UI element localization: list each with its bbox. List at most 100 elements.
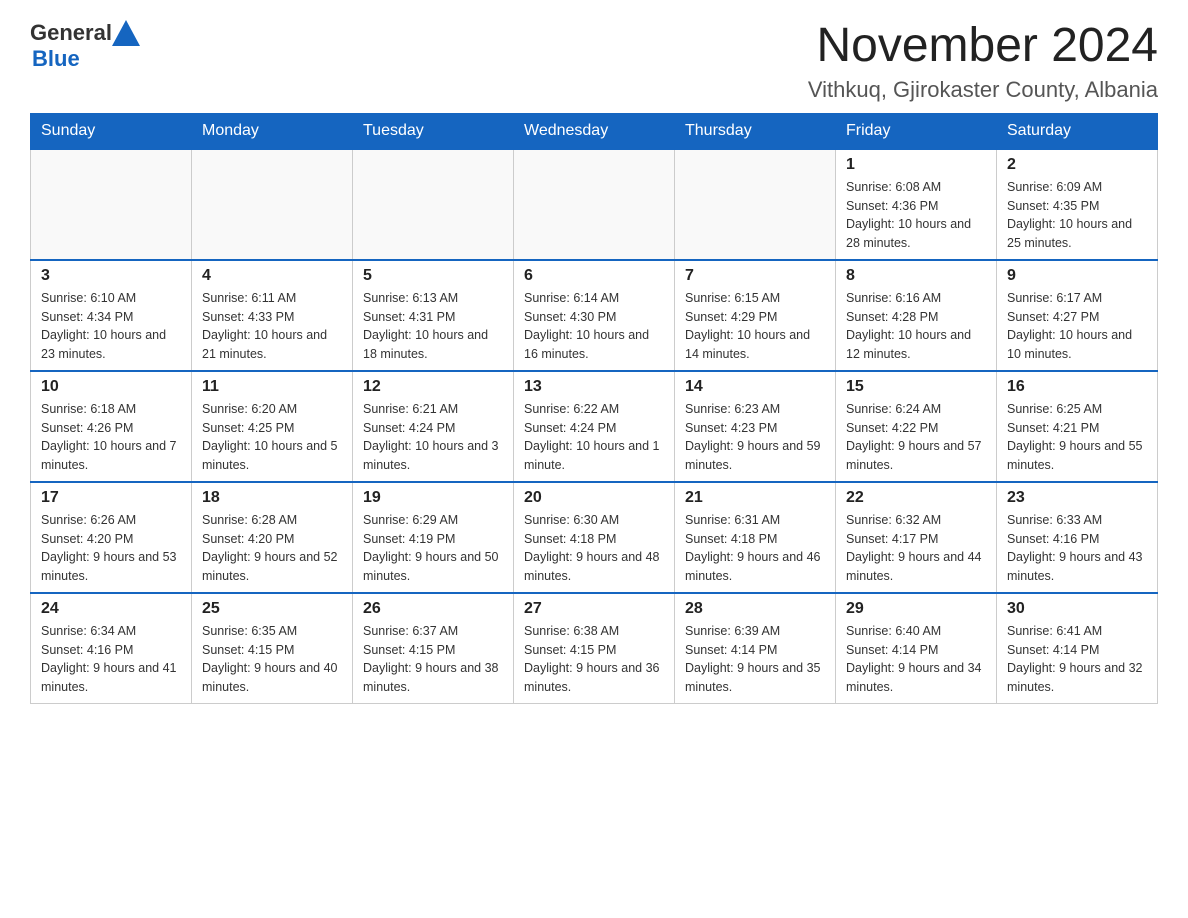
day-number: 29 [846, 600, 986, 618]
day-info: Sunrise: 6:10 AMSunset: 4:34 PMDaylight:… [41, 289, 181, 364]
title-area: November 2024 Vithkuq, Gjirokaster Count… [808, 20, 1158, 103]
day-info: Sunrise: 6:24 AMSunset: 4:22 PMDaylight:… [846, 400, 986, 475]
day-number: 16 [1007, 378, 1147, 396]
week-row-4: 17 Sunrise: 6:26 AMSunset: 4:20 PMDayligh… [31, 482, 1158, 593]
day-info: Sunrise: 6:37 AMSunset: 4:15 PMDaylight:… [363, 622, 503, 697]
calendar-cell: 16 Sunrise: 6:25 AMSunset: 4:21 PMDayligh… [997, 371, 1158, 482]
day-info: Sunrise: 6:14 AMSunset: 4:30 PMDaylight:… [524, 289, 664, 364]
day-number: 23 [1007, 489, 1147, 507]
calendar-cell: 6 Sunrise: 6:14 AMSunset: 4:30 PMDaylight… [514, 260, 675, 371]
calendar-cell: 28 Sunrise: 6:39 AMSunset: 4:14 PMDayligh… [675, 593, 836, 704]
calendar-cell: 26 Sunrise: 6:37 AMSunset: 4:15 PMDayligh… [353, 593, 514, 704]
day-number: 13 [524, 378, 664, 396]
day-number: 14 [685, 378, 825, 396]
day-info: Sunrise: 6:18 AMSunset: 4:26 PMDaylight:… [41, 400, 181, 475]
day-number: 26 [363, 600, 503, 618]
calendar-cell: 8 Sunrise: 6:16 AMSunset: 4:28 PMDaylight… [836, 260, 997, 371]
day-number: 17 [41, 489, 181, 507]
day-info: Sunrise: 6:08 AMSunset: 4:36 PMDaylight:… [846, 178, 986, 253]
calendar-cell: 21 Sunrise: 6:31 AMSunset: 4:18 PMDayligh… [675, 482, 836, 593]
day-number: 25 [202, 600, 342, 618]
weekday-header-sunday: Sunday [31, 113, 192, 149]
calendar-cell: 29 Sunrise: 6:40 AMSunset: 4:14 PMDayligh… [836, 593, 997, 704]
day-number: 11 [202, 378, 342, 396]
calendar-cell: 18 Sunrise: 6:28 AMSunset: 4:20 PMDayligh… [192, 482, 353, 593]
day-number: 9 [1007, 267, 1147, 285]
calendar-cell: 5 Sunrise: 6:13 AMSunset: 4:31 PMDaylight… [353, 260, 514, 371]
weekday-header-monday: Monday [192, 113, 353, 149]
day-number: 19 [363, 489, 503, 507]
day-info: Sunrise: 6:29 AMSunset: 4:19 PMDaylight:… [363, 511, 503, 586]
logo-icon [112, 20, 140, 46]
weekday-header-tuesday: Tuesday [353, 113, 514, 149]
week-row-5: 24 Sunrise: 6:34 AMSunset: 4:16 PMDayligh… [31, 593, 1158, 704]
day-info: Sunrise: 6:38 AMSunset: 4:15 PMDaylight:… [524, 622, 664, 697]
day-number: 22 [846, 489, 986, 507]
day-number: 8 [846, 267, 986, 285]
calendar-cell: 22 Sunrise: 6:32 AMSunset: 4:17 PMDayligh… [836, 482, 997, 593]
day-number: 18 [202, 489, 342, 507]
day-info: Sunrise: 6:31 AMSunset: 4:18 PMDaylight:… [685, 511, 825, 586]
day-number: 15 [846, 378, 986, 396]
day-info: Sunrise: 6:25 AMSunset: 4:21 PMDaylight:… [1007, 400, 1147, 475]
day-number: 24 [41, 600, 181, 618]
calendar-cell: 19 Sunrise: 6:29 AMSunset: 4:19 PMDayligh… [353, 482, 514, 593]
calendar-cell [31, 149, 192, 260]
calendar-cell: 23 Sunrise: 6:33 AMSunset: 4:16 PMDayligh… [997, 482, 1158, 593]
day-number: 21 [685, 489, 825, 507]
week-row-2: 3Sunrise: 6:10 AMSunset: 4:34 PMDaylight… [31, 260, 1158, 371]
calendar-cell: 27 Sunrise: 6:38 AMSunset: 4:15 PMDayligh… [514, 593, 675, 704]
day-info: Sunrise: 6:16 AMSunset: 4:28 PMDaylight:… [846, 289, 986, 364]
calendar-cell: 4 Sunrise: 6:11 AMSunset: 4:33 PMDaylight… [192, 260, 353, 371]
day-info: Sunrise: 6:28 AMSunset: 4:20 PMDaylight:… [202, 511, 342, 586]
main-title: November 2024 [808, 20, 1158, 73]
calendar-cell: 14Sunrise: 6:23 AMSunset: 4:23 PMDayligh… [675, 371, 836, 482]
calendar-cell: 24 Sunrise: 6:34 AMSunset: 4:16 PMDayligh… [31, 593, 192, 704]
day-number: 5 [363, 267, 503, 285]
weekday-header-friday: Friday [836, 113, 997, 149]
calendar-cell: 30Sunrise: 6:41 AMSunset: 4:14 PMDayligh… [997, 593, 1158, 704]
calendar-cell: 7 Sunrise: 6:15 AMSunset: 4:29 PMDaylight… [675, 260, 836, 371]
calendar-cell [353, 149, 514, 260]
calendar-cell [192, 149, 353, 260]
day-info: Sunrise: 6:32 AMSunset: 4:17 PMDaylight:… [846, 511, 986, 586]
day-info: Sunrise: 6:20 AMSunset: 4:25 PMDaylight:… [202, 400, 342, 475]
day-number: 20 [524, 489, 664, 507]
day-number: 6 [524, 267, 664, 285]
day-number: 10 [41, 378, 181, 396]
day-info: Sunrise: 6:33 AMSunset: 4:16 PMDaylight:… [1007, 511, 1147, 586]
day-number: 12 [363, 378, 503, 396]
day-info: Sunrise: 6:11 AMSunset: 4:33 PMDaylight:… [202, 289, 342, 364]
day-info: Sunrise: 6:09 AMSunset: 4:35 PMDaylight:… [1007, 178, 1147, 253]
weekday-header-wednesday: Wednesday [514, 113, 675, 149]
day-info: Sunrise: 6:34 AMSunset: 4:16 PMDaylight:… [41, 622, 181, 697]
day-info: Sunrise: 6:39 AMSunset: 4:14 PMDaylight:… [685, 622, 825, 697]
day-info: Sunrise: 6:26 AMSunset: 4:20 PMDaylight:… [41, 511, 181, 586]
day-number: 7 [685, 267, 825, 285]
calendar: SundayMondayTuesdayWednesdayThursdayFrid… [30, 113, 1158, 704]
logo: General Blue [30, 20, 140, 72]
day-info: Sunrise: 6:15 AMSunset: 4:29 PMDaylight:… [685, 289, 825, 364]
calendar-cell: 11 Sunrise: 6:20 AMSunset: 4:25 PMDayligh… [192, 371, 353, 482]
day-info: Sunrise: 6:17 AMSunset: 4:27 PMDaylight:… [1007, 289, 1147, 364]
weekday-header-row: SundayMondayTuesdayWednesdayThursdayFrid… [31, 113, 1158, 149]
day-number: 30 [1007, 600, 1147, 618]
weekday-header-saturday: Saturday [997, 113, 1158, 149]
day-info: Sunrise: 6:21 AMSunset: 4:24 PMDaylight:… [363, 400, 503, 475]
logo-general-text: General [30, 20, 112, 46]
subtitle: Vithkuq, Gjirokaster County, Albania [808, 77, 1158, 103]
day-info: Sunrise: 6:40 AMSunset: 4:14 PMDaylight:… [846, 622, 986, 697]
day-number: 27 [524, 600, 664, 618]
calendar-cell: 20Sunrise: 6:30 AMSunset: 4:18 PMDayligh… [514, 482, 675, 593]
header: General Blue November 2024 Vithkuq, Gjir… [30, 20, 1158, 103]
calendar-cell: 3Sunrise: 6:10 AMSunset: 4:34 PMDaylight… [31, 260, 192, 371]
calendar-cell: 9 Sunrise: 6:17 AMSunset: 4:27 PMDaylight… [997, 260, 1158, 371]
day-info: Sunrise: 6:22 AMSunset: 4:24 PMDaylight:… [524, 400, 664, 475]
calendar-cell: 25Sunrise: 6:35 AMSunset: 4:15 PMDayligh… [192, 593, 353, 704]
day-number: 28 [685, 600, 825, 618]
day-info: Sunrise: 6:13 AMSunset: 4:31 PMDaylight:… [363, 289, 503, 364]
calendar-cell: 13 Sunrise: 6:22 AMSunset: 4:24 PMDayligh… [514, 371, 675, 482]
calendar-cell: 2Sunrise: 6:09 AMSunset: 4:35 PMDaylight… [997, 149, 1158, 260]
logo-blue-text: Blue [32, 46, 80, 71]
day-number: 4 [202, 267, 342, 285]
